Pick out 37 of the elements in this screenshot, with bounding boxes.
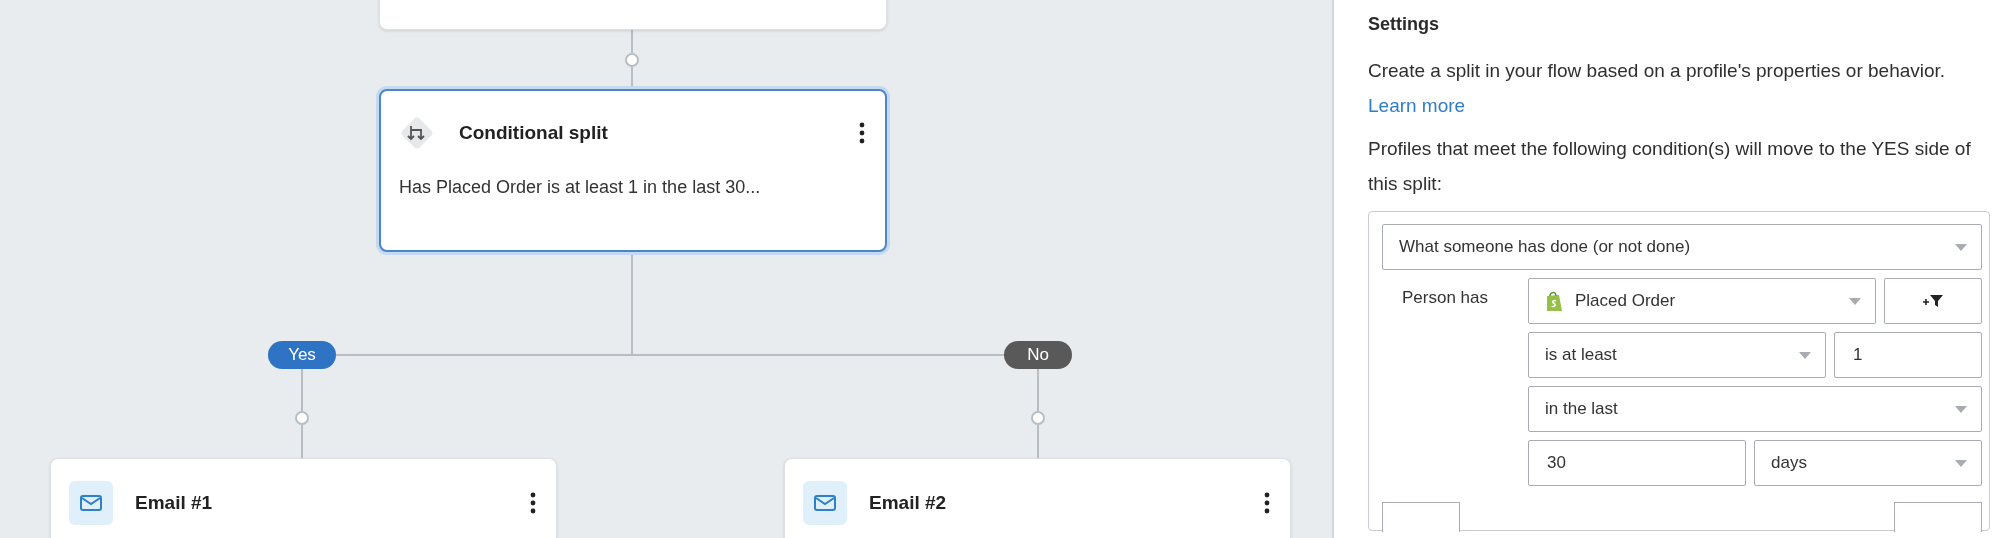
node-title: Email #2 [869,492,948,514]
timeframe-select[interactable]: in the last [1528,386,1982,432]
panel-title: Settings [1368,14,1440,35]
more-options-icon[interactable] [1264,492,1270,514]
metric-select[interactable]: Placed Order [1528,278,1876,324]
add-filter-button[interactable] [1884,278,1982,324]
more-options-icon[interactable] [530,492,536,514]
email-node[interactable]: Email #1 [50,458,557,538]
caret-icon [1955,405,1967,413]
branch-label: No [1004,341,1072,369]
add-filter-icon [1922,294,1944,308]
partial-button[interactable] [1894,502,1982,532]
unit-select[interactable]: days [1754,440,1982,486]
amount-input-field[interactable]: 30 [1528,440,1746,486]
conditional-split-node[interactable]: Conditional split Has Placed Order is at least 1 in the last 30... [379,89,887,252]
description-text: Create a split in your flow based on a profile's properties or behavior. Learn more [1368,59,1947,118]
condition-type-select[interactable]: What someone has done (or not done) [1382,224,1982,270]
caret-icon [1955,243,1967,251]
email-icon [803,481,847,525]
partial-button[interactable] [1382,502,1460,532]
caret-icon [1955,459,1967,467]
count-input-field[interactable]: 1 [1834,332,1982,378]
node-description: Has Placed Order is at least 1 in the last 30... [398,176,762,198]
subject-label: Person has [1401,287,1489,309]
email-icon [69,481,113,525]
shopping-bag-icon [1545,290,1563,312]
caret-icon [1799,351,1811,359]
more-options-icon[interactable] [859,122,865,144]
caret-icon [1849,297,1861,305]
operator-select[interactable]: is at least [1528,332,1826,378]
branch-label: Yes [268,341,336,369]
flow-node-card[interactable] [379,0,887,30]
node-title: Conditional split [459,122,609,144]
email-node[interactable]: Email #2 [784,458,1291,538]
node-title: Email #1 [135,492,214,514]
learn-more-link[interactable]: Learn more [1368,95,1466,116]
condition-intro-text: Profiles that meet the following condition(s) will move to the YES side of this split: [1368,137,1972,196]
